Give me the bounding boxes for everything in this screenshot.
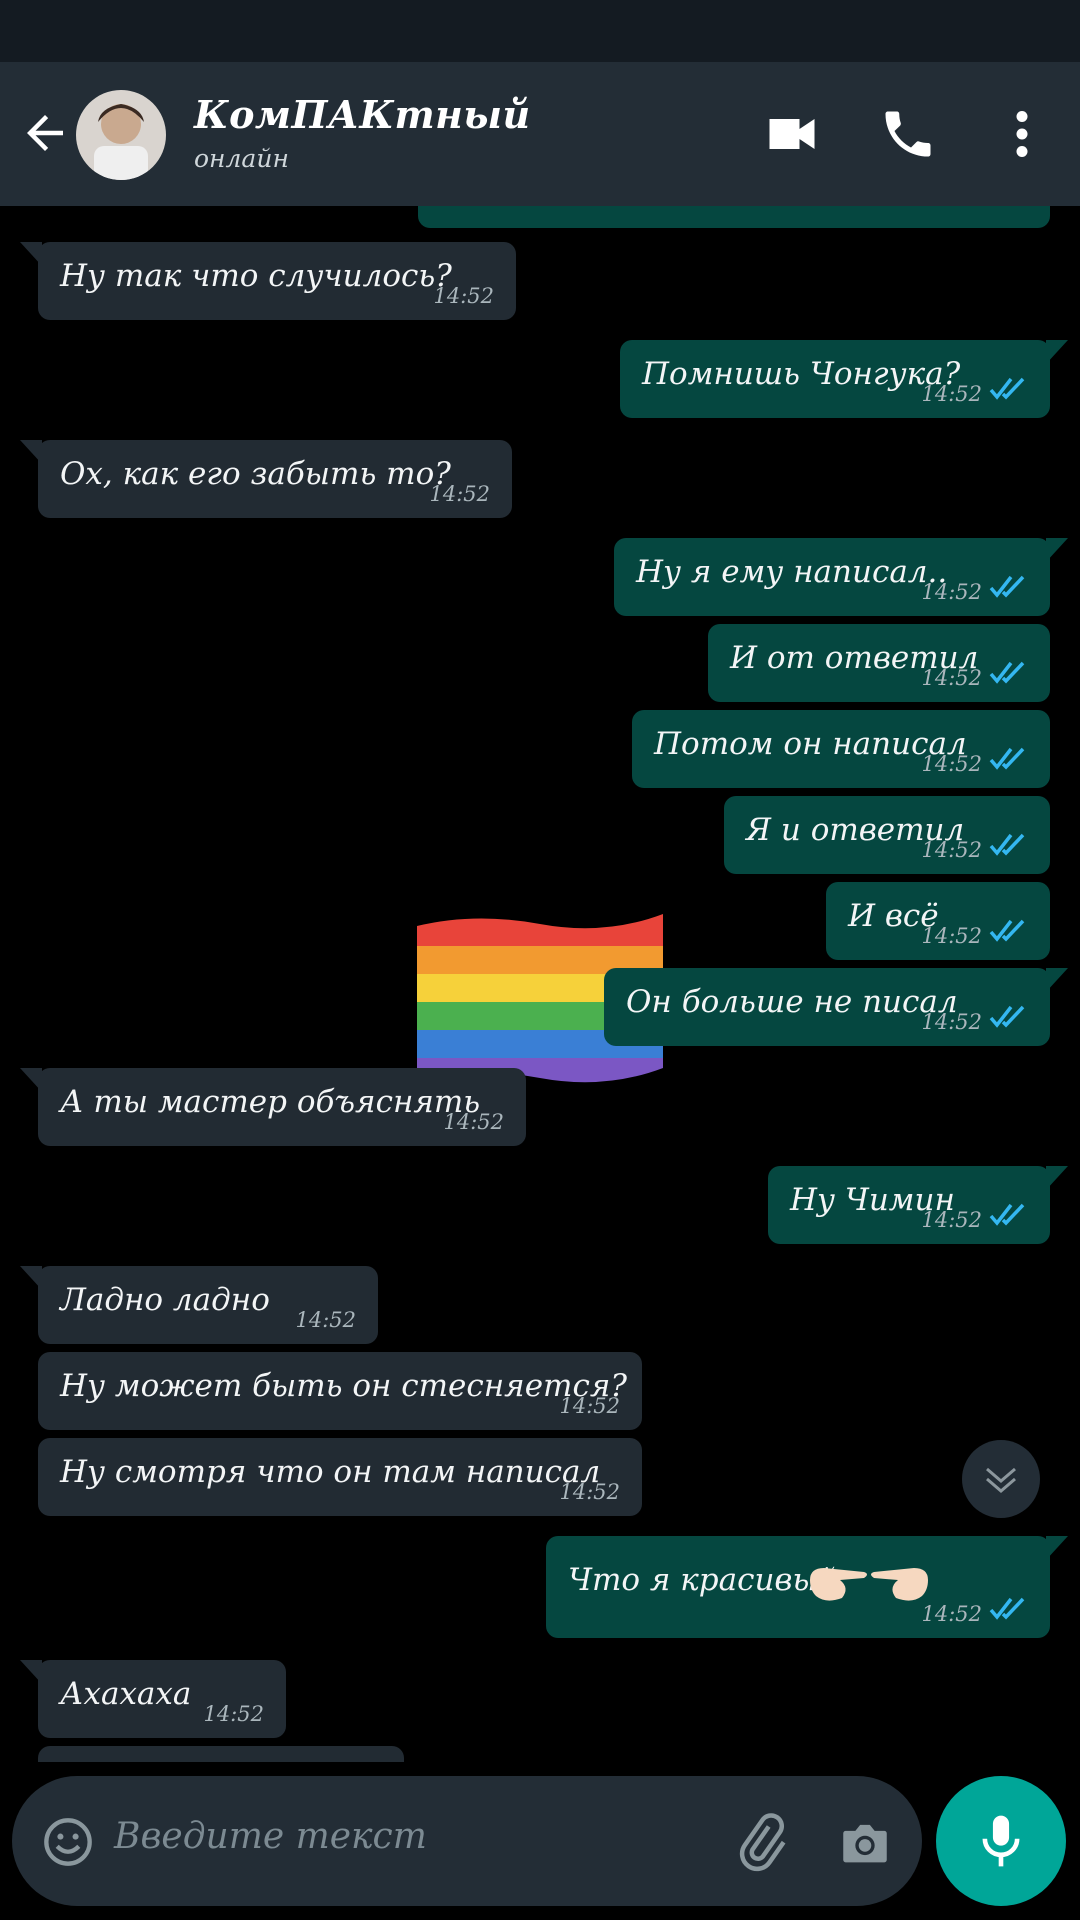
- message-text: Потом он написал: [654, 726, 967, 762]
- double-check-icon: [989, 661, 1025, 684]
- message-text: Ох, как его забыть то?: [60, 456, 451, 492]
- message-input[interactable]: Введите текст: [114, 1816, 427, 1857]
- message-out[interactable]: Он больше не писал 14:52: [604, 968, 1068, 1046]
- message-time: 14:52: [295, 1308, 356, 1332]
- contact-name[interactable]: КомПАКтный: [194, 92, 531, 137]
- double-check-icon: [989, 833, 1025, 856]
- message-time: 14:52: [559, 1394, 620, 1418]
- more-vertical-icon[interactable]: [992, 104, 1052, 164]
- message-time: 14:52: [921, 666, 982, 690]
- message-in[interactable]: Ну смотря что он там написал 14:52: [38, 1438, 642, 1516]
- double-check-icon: [989, 1203, 1025, 1226]
- message-out[interactable]: Ну я ему написал.. 14:52: [614, 538, 1068, 616]
- message-time: 14:52: [921, 580, 982, 604]
- message-in[interactable]: А ты мастер объяснять 14:52: [20, 1068, 526, 1146]
- message-out[interactable]: И всё 14:52: [826, 882, 1050, 960]
- message-text: Ладно ладно: [60, 1282, 270, 1318]
- message-in[interactable]: Ну так что случилось? 14:52: [20, 242, 516, 320]
- message-time: 14:52: [429, 482, 490, 506]
- avatar[interactable]: [76, 90, 166, 180]
- message-text: А ты мастер объяснять: [60, 1084, 481, 1120]
- message-time: 14:52: [443, 1110, 504, 1134]
- voice-record-button[interactable]: [936, 1776, 1066, 1906]
- message-text: Ахахаха: [60, 1676, 192, 1712]
- message-time: 14:52: [203, 1702, 264, 1726]
- message-out[interactable]: И от ответил 14:52: [708, 624, 1050, 702]
- message-time: 14:52: [921, 924, 982, 948]
- chevron-down-icon: [986, 1467, 1016, 1493]
- message-text: Он больше не писал: [626, 984, 958, 1020]
- message-out[interactable]: Ну Чимин 14:52: [768, 1166, 1068, 1244]
- message-list[interactable]: Ну так что случилось? 14:52 Помнишь Чонг…: [0, 206, 1080, 1762]
- message-text: Ну я ему написал..: [636, 554, 948, 590]
- phone-icon[interactable]: [878, 104, 938, 164]
- message-bubble-partial: [418, 206, 1050, 228]
- double-check-icon: [989, 919, 1025, 942]
- message-in[interactable]: Ну может быть он стесняется? 14:52: [38, 1352, 642, 1430]
- message-text: Ну может быть он стесняется?: [60, 1368, 627, 1404]
- message-text: Ну так что случилось?: [60, 258, 452, 294]
- pointing-fingers-icon: [810, 1568, 928, 1601]
- message-time: 14:52: [921, 1208, 982, 1232]
- message-out[interactable]: Помнишь Чонгука? 14:52: [620, 340, 1068, 418]
- double-check-icon: [989, 377, 1025, 400]
- microphone-icon: [982, 1815, 1020, 1867]
- message-time: 14:52: [921, 382, 982, 406]
- message-time: 14:52: [921, 1602, 982, 1626]
- message-out[interactable]: Что я красивый 14:52: [546, 1536, 1068, 1638]
- message-in[interactable]: Ох, как его забыть то? 14:52: [20, 440, 512, 518]
- message-bubble-partial: [38, 1746, 404, 1762]
- message-input-bar: Введите текст: [12, 1776, 922, 1906]
- chat-header: КомПАКтный онлайн: [0, 62, 1080, 206]
- double-check-icon: [989, 1597, 1025, 1620]
- scroll-to-bottom-button[interactable]: [962, 1440, 1040, 1518]
- message-in[interactable]: Ладно ладно 14:52: [20, 1266, 378, 1344]
- contact-status: онлайн: [194, 144, 289, 173]
- message-out[interactable]: Потом он написал 14:52: [632, 710, 1050, 788]
- back-arrow-icon[interactable]: [18, 106, 72, 160]
- message-time: 14:52: [433, 284, 494, 308]
- double-check-icon: [989, 1005, 1025, 1028]
- video-call-icon[interactable]: [762, 104, 822, 164]
- double-check-icon: [989, 747, 1025, 770]
- message-time: 14:52: [921, 752, 982, 776]
- message-text: Помнишь Чонгука?: [642, 356, 961, 392]
- message-in[interactable]: Ахахаха 14:52: [20, 1660, 286, 1738]
- message-text: Ну смотря что он там написал: [60, 1454, 601, 1490]
- message-out[interactable]: Я и ответил 14:52: [724, 796, 1050, 874]
- message-time: 14:52: [921, 1010, 982, 1034]
- status-bar: [0, 0, 1080, 62]
- double-check-icon: [989, 575, 1025, 598]
- camera-icon[interactable]: [836, 1814, 894, 1872]
- message-time: 14:52: [559, 1480, 620, 1504]
- emoji-icon[interactable]: [42, 1816, 94, 1868]
- paperclip-icon[interactable]: [730, 1812, 790, 1872]
- message-text: Что я красивый: [568, 1562, 838, 1598]
- message-time: 14:52: [921, 838, 982, 862]
